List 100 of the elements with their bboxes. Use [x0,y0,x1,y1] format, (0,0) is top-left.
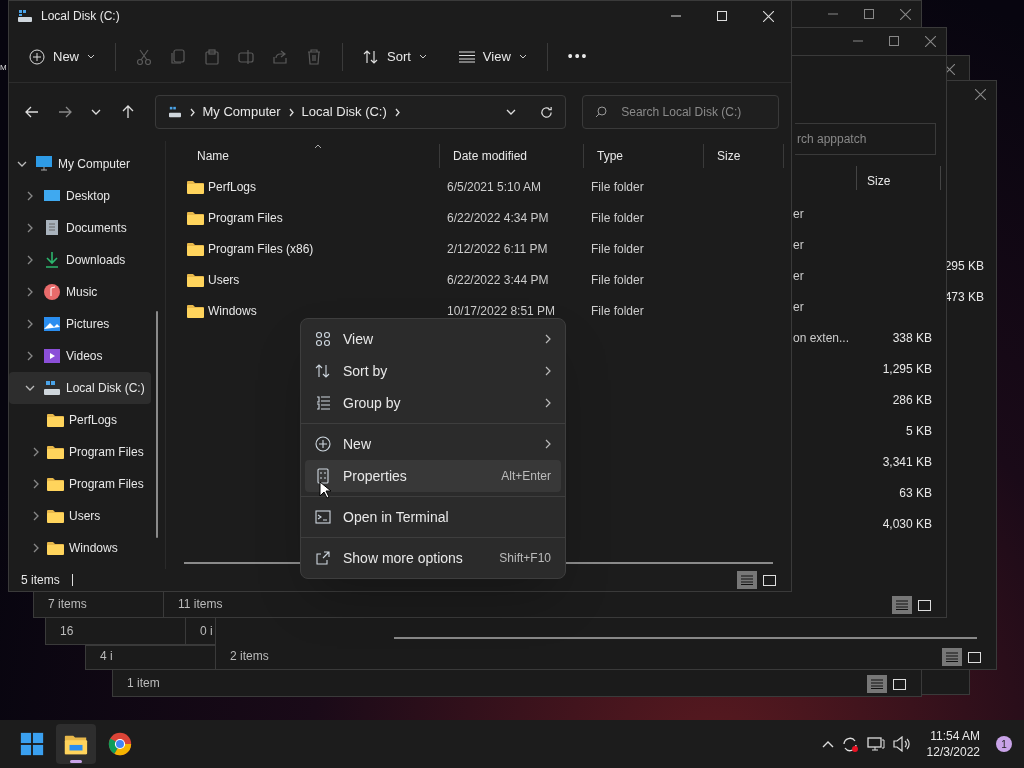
file-type: on exten... [793,330,850,347]
drive-icon [43,379,61,397]
item-count: 7 items [48,596,87,613]
file-name[interactable]: Windows [208,301,257,320]
breadcrumb[interactable]: My Computer [202,102,281,122]
chevron-down-icon[interactable] [17,161,27,167]
chevron-right-icon[interactable] [27,223,33,233]
chevron-right-icon[interactable] [33,447,39,457]
plus-circle-icon [315,436,331,452]
drive-icon [17,9,33,23]
item-count: 11 items [178,596,223,613]
menu-item[interactable]: Properties Alt+Enter [305,460,561,492]
search-field[interactable]: Search Local Disk (C:) [582,95,779,129]
chevron-right-icon[interactable] [27,191,33,201]
square-icon [967,651,981,663]
close-icon[interactable] [900,9,911,20]
search-field[interactable]: rch apppatch [795,123,936,155]
menu-item[interactable]: Show more options Shift+F10 [305,542,561,574]
item-count: 4 i [100,648,113,665]
column-header[interactable]: Size [867,172,891,190]
folder-icon [187,303,204,318]
tree-item[interactable]: Windows [9,532,124,564]
file-type: File folder [590,271,645,289]
maximize-icon[interactable] [889,36,899,46]
file-name[interactable]: Program Files [208,208,283,227]
folder-icon [187,210,204,225]
dropdown-icon[interactable] [506,109,517,115]
chevron-right-icon[interactable] [33,479,39,489]
tree-item[interactable]: My Computer [9,148,137,180]
close-icon[interactable] [975,89,986,100]
chevron-right-icon[interactable] [27,287,33,297]
tree-item[interactable]: Documents [9,212,133,244]
column-header[interactable]: Size [704,144,784,168]
file-size: 338 KB [892,330,932,347]
date-modified: 6/22/2022 3:44 PM [446,271,550,289]
new-button[interactable]: New [21,40,103,73]
tree-item[interactable]: Pictures [9,308,116,340]
menu-item[interactable]: Group by [305,387,561,419]
menu-item[interactable]: Open in Terminal [305,501,561,533]
tree-item[interactable]: Program Files [9,468,150,500]
notification-badge[interactable]: 1 [996,736,1012,752]
column-header[interactable]: Name [184,144,440,168]
file-size: 63 KB [899,485,932,502]
chevron-right-icon[interactable] [33,511,39,521]
tree-item[interactable]: Local Disk (C:) [9,372,151,404]
maximize-icon[interactable] [864,9,874,19]
chevron-right-icon[interactable] [27,255,33,265]
file-name[interactable]: Users [208,270,240,289]
tree-item[interactable]: Desktop [9,180,117,212]
arrow-right-icon [58,105,73,119]
folder-icon [187,179,204,194]
sort-icon [363,48,379,65]
column-header[interactable]: Date modified [440,144,584,168]
scrollbar[interactable] [156,311,158,538]
item-count: 1 item [127,675,160,692]
file-name[interactable]: Program Files (x86) [208,239,314,258]
network-icon[interactable] [866,736,885,752]
menu-item[interactable]: Sort by [305,355,561,387]
tree-item[interactable]: Videos [9,340,109,372]
details-view-button[interactable] [867,675,887,693]
tree-item[interactable]: Downloads [9,244,132,276]
folder-icon [187,272,204,287]
chevron-right-icon[interactable] [27,319,33,329]
monitor-icon [35,155,53,173]
tree-item[interactable]: Users [9,500,107,532]
address-bar[interactable]: My Computer Local Disk (C:) [154,95,567,129]
caret-icon [87,54,95,59]
chevron-right-icon[interactable] [33,543,39,553]
chevron-up-icon[interactable] [821,740,834,748]
sync-icon[interactable] [841,735,859,753]
delete-icon[interactable] [306,48,322,65]
clock[interactable]: 11:54 AM 12/3/2022 [926,728,980,760]
menu-item[interactable]: View [305,323,561,355]
date-modified: 10/17/2022 8:51 PM [446,302,557,320]
file-type: File folder [590,302,645,320]
details-view-button[interactable] [942,648,962,666]
tree-item[interactable]: PerfLogs [9,404,124,436]
more-button[interactable]: ••• [559,40,597,73]
menu-item[interactable]: New [305,428,561,460]
tree-item[interactable]: Music [9,276,104,308]
cut-icon[interactable] [136,48,152,65]
column-header[interactable]: Type [584,144,704,168]
refresh-icon[interactable] [540,105,554,119]
scrollbar[interactable] [394,637,977,639]
arrow-left-icon [24,105,39,119]
chevron-right-icon [394,107,400,117]
file-name[interactable]: PerfLogs [208,177,257,196]
tree-item[interactable]: Program Files [9,436,150,468]
taskbar-button[interactable] [56,724,96,764]
volume-icon[interactable] [892,736,911,752]
sort-button[interactable]: Sort [355,40,435,73]
details-view-button[interactable] [737,571,757,589]
file-size: 1,295 KB [882,361,932,378]
chevron-down-icon[interactable] [25,385,35,391]
close-icon[interactable] [925,36,936,47]
chevron-right-icon[interactable] [27,351,33,361]
view-button[interactable]: View [450,40,535,73]
breadcrumb[interactable]: Local Disk (C:) [301,102,387,122]
download-icon [43,251,61,269]
browser-icon [107,731,133,757]
